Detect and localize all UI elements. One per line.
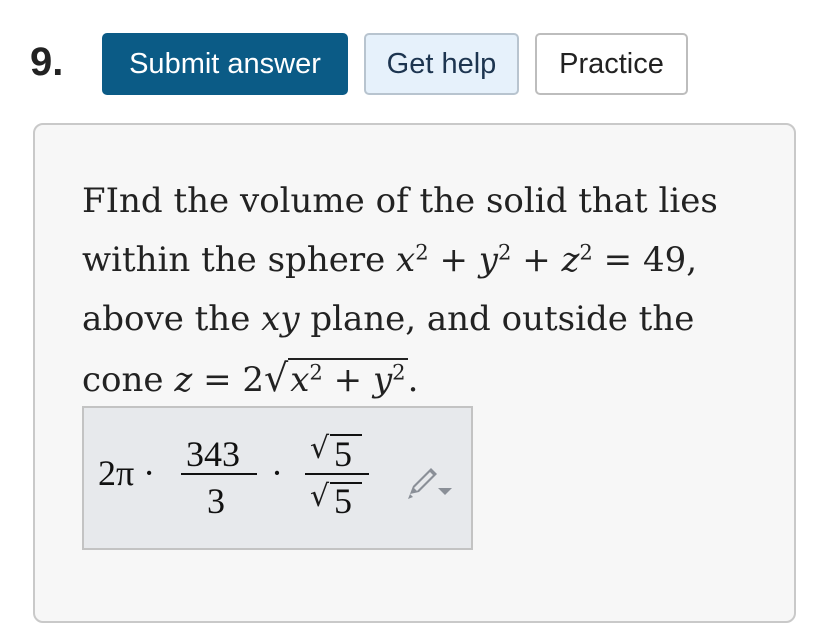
fraction-2-denominator: 5	[334, 481, 352, 521]
question-line-3: above the xy plane, and outside the	[82, 290, 722, 349]
question-line-4-end: .	[407, 360, 419, 400]
sqrt-symbol-numerator: √	[310, 431, 330, 466]
question-line-4-prefix: cone	[82, 360, 175, 400]
pencil-icon[interactable]	[404, 463, 452, 501]
practice-button[interactable]: Practice	[535, 33, 688, 95]
question-line-4: cone z = 2√x2 + y2.	[82, 349, 722, 408]
fraction-1-numerator: 343	[186, 434, 240, 474]
fraction-1-bar	[181, 473, 257, 475]
question-text: FInd the volume of the solid that lies w…	[82, 172, 722, 408]
sqrt-expression: √x2 + y2	[264, 356, 408, 400]
get-help-button[interactable]: Get help	[364, 33, 519, 95]
question-line-1-text: FInd the volume of the solid that lies	[82, 181, 718, 221]
submit-answer-button[interactable]: Submit answer	[102, 33, 348, 95]
question-number: 9.	[30, 40, 64, 84]
question-line-1: FInd the volume of the solid that lies	[82, 172, 722, 231]
fraction-1-denominator: 3	[207, 481, 225, 521]
sphere-equation-rhs: = 49,	[592, 240, 698, 280]
fraction-2-numerator: 5	[334, 434, 352, 474]
fraction-2-bar	[305, 473, 369, 475]
cone-equation-lhs: = 2	[192, 360, 265, 400]
question-line-3-prefix: above the	[82, 299, 262, 339]
plane-variable: xy	[261, 299, 300, 339]
sqrt-symbol-denominator: √	[310, 479, 330, 514]
question-line-3-suffix: plane, and outside the	[299, 299, 695, 339]
question-line-2-text: within the sphere	[82, 240, 397, 280]
answer-coefficient: 2π ·	[98, 453, 156, 493]
answer-dot: ·	[271, 453, 283, 493]
question-line-2: within the sphere x2 + y2 + z2 = 49,	[82, 239, 698, 280]
